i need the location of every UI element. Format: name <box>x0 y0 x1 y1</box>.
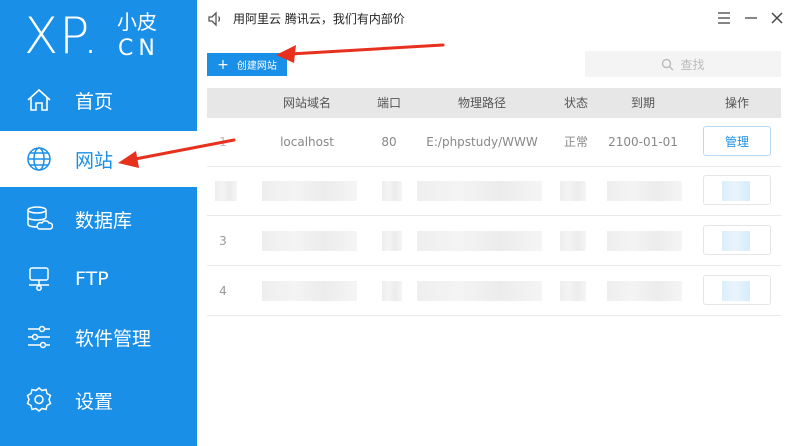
sidebar-item-label: 网站 <box>75 149 114 172</box>
notice-bar: 用阿里云 腾讯云，我们有内部价 <box>197 0 791 38</box>
sidebar-item-website[interactable]: 网站 <box>0 131 197 187</box>
col-expiry: 到期 <box>630 96 655 110</box>
table-row: 4 <box>207 267 781 316</box>
create-website-button[interactable]: + 创建网站 <box>207 53 287 76</box>
row-index: 4 <box>219 284 227 298</box>
search-placeholder: 查找 <box>680 57 705 72</box>
sidebar-item-label: 首页 <box>75 90 114 113</box>
table-row <box>207 167 781 216</box>
redacted-cell <box>417 181 542 201</box>
redacted-cell <box>382 181 402 201</box>
create-website-label: 创建网站 <box>236 61 277 72</box>
search-input[interactable]: 查找 <box>585 51 781 77</box>
redacted-cell <box>215 181 237 201</box>
sidebar-item-ftp[interactable]: FTP <box>0 251 197 307</box>
redacted-cell <box>722 181 750 201</box>
table-empty-area <box>207 318 781 438</box>
ftp-icon <box>25 265 53 293</box>
row-port: 80 <box>381 135 397 149</box>
home-icon <box>25 86 53 114</box>
redacted-cell <box>722 231 750 251</box>
sidebar: XP. 小皮 CN 首页 网站 数据库 FTP 软件管理 设置 <box>0 0 197 446</box>
redacted-cell <box>382 231 402 251</box>
table-header: 网站域名 端口 物理路径 状态 到期 操作 <box>207 88 781 118</box>
sidebar-item-software[interactable]: 软件管理 <box>0 309 197 365</box>
close-icon[interactable] <box>769 10 785 30</box>
row-index: 3 <box>219 234 227 248</box>
logo-cn-top: 小皮 <box>117 10 157 34</box>
row-domain: localhost <box>280 135 334 149</box>
redacted-cell <box>262 231 357 251</box>
manage-button[interactable]: 管理 <box>703 126 771 156</box>
redacted-cell <box>722 281 750 301</box>
sidebar-item-settings[interactable]: 设置 <box>0 372 197 428</box>
sidebar-item-label: 软件管理 <box>75 327 152 350</box>
notice-text[interactable]: 用阿里云 腾讯云，我们有内部价 <box>233 10 405 27</box>
redacted-cell <box>560 181 586 201</box>
speaker-icon <box>207 11 223 31</box>
logo-cn-bot: CN <box>118 36 160 61</box>
minimize-icon[interactable] <box>743 10 759 30</box>
redacted-cell <box>607 281 682 301</box>
database-icon <box>25 205 53 233</box>
col-domain: 网站域名 <box>282 96 331 110</box>
redacted-cell <box>417 281 542 301</box>
redacted-cell <box>607 181 682 201</box>
logo: XP. 小皮 CN <box>20 2 190 72</box>
sidebar-item-home[interactable]: 首页 <box>0 72 197 128</box>
plus-icon: + <box>217 56 229 73</box>
sidebar-item-label: FTP <box>75 268 109 290</box>
row-index: 1 <box>219 135 227 149</box>
redacted-cell <box>417 231 542 251</box>
col-action: 操作 <box>724 96 749 110</box>
col-port: 端口 <box>376 96 401 110</box>
redacted-cell <box>382 281 402 301</box>
row-path: E:/phpstudy/WWW <box>426 135 538 149</box>
table-row: 1 localhost 80 E:/phpstudy/WWW 正常 2100-0… <box>207 118 781 167</box>
sidebar-item-label: 数据库 <box>75 209 133 232</box>
sidebar-item-database[interactable]: 数据库 <box>0 191 197 247</box>
table-row: 3 <box>207 217 781 266</box>
sidebar-item-label: 设置 <box>75 390 114 413</box>
col-status: 状态 <box>563 96 588 110</box>
row-expiry: 2100-01-01 <box>608 135 678 149</box>
sliders-icon <box>25 323 53 351</box>
row-status: 正常 <box>563 135 588 149</box>
redacted-cell <box>262 181 357 201</box>
col-path: 物理路径 <box>457 96 506 110</box>
redacted-cell <box>262 281 357 301</box>
menu-icon[interactable] <box>716 10 732 30</box>
redacted-cell <box>560 231 586 251</box>
globe-icon <box>25 145 53 173</box>
redacted-cell <box>607 231 682 251</box>
redacted-cell <box>560 281 586 301</box>
main-panel: 用阿里云 腾讯云，我们有内部价 + 创建网站 查找 网站域名 端口 物理路径 状… <box>197 0 791 446</box>
logo-xp: XP. <box>24 7 100 65</box>
search-icon <box>662 58 674 70</box>
gear-icon <box>25 386 53 414</box>
